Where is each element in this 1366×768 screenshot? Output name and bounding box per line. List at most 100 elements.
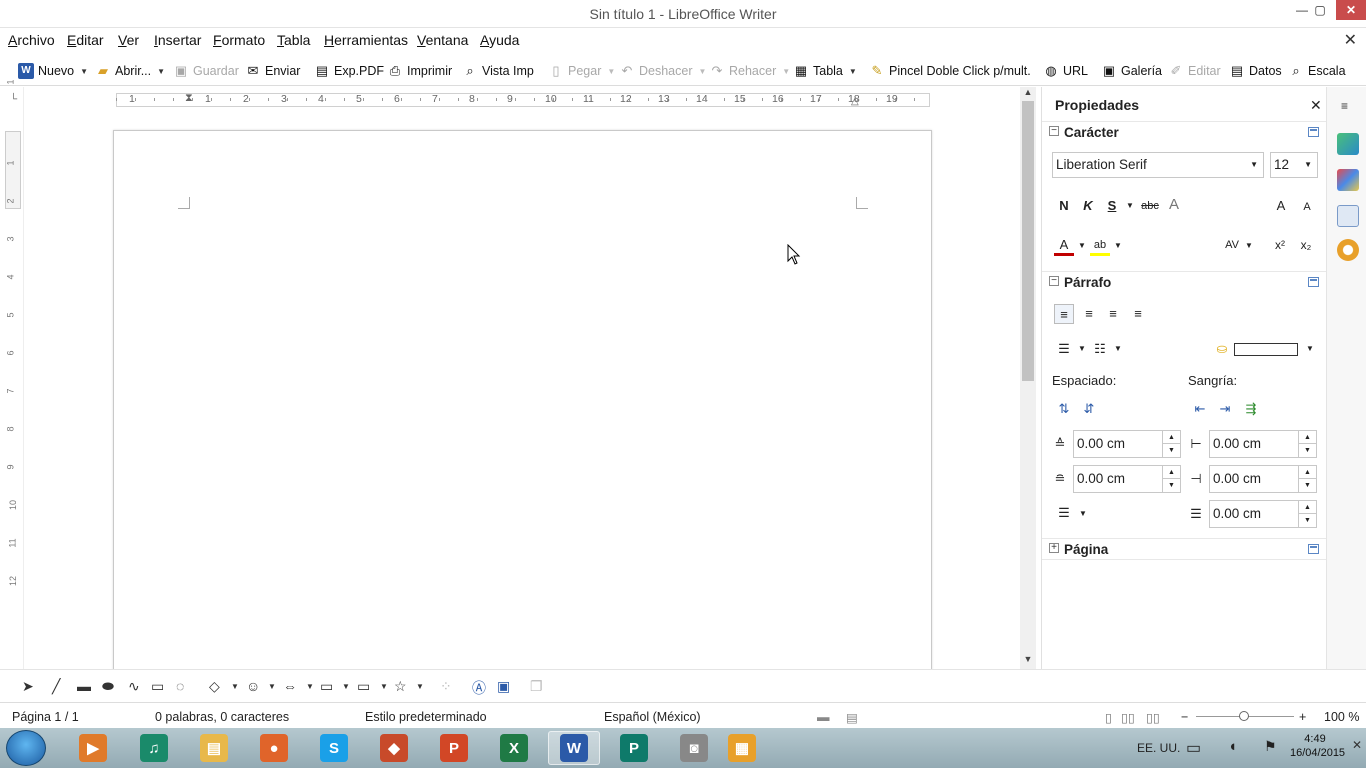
tab-stop-icon[interactable]: └ (10, 94, 17, 105)
vertical-ruler[interactable]: 1 1 2 3 4 5 6 7 8 9 10 11 12 (0, 79, 24, 669)
font-color-button[interactable]: A (1054, 235, 1074, 256)
more-options-icon[interactable] (1308, 127, 1319, 137)
data-sources-button[interactable]: ▤ Datos (1229, 62, 1282, 80)
spin-up-icon[interactable]: ▲ (1162, 466, 1180, 479)
close-document-button[interactable]: ✕ (1344, 30, 1357, 50)
line-icon[interactable]: ╱ (52, 678, 60, 695)
insert-frame-icon[interactable]: ▣ (497, 678, 510, 695)
decrease-spacing-icon[interactable]: ⇵ (1079, 399, 1099, 419)
document-modified-icon[interactable]: ▤ (846, 710, 858, 725)
bullet-list-icon[interactable]: ☰ (1054, 339, 1074, 359)
stars-icon[interactable]: ☆ (394, 678, 407, 695)
multi-page-view-icon[interactable]: ▯▯ (1121, 710, 1135, 725)
decrease-font-button[interactable]: A (1297, 197, 1317, 217)
volume-icon[interactable]: ◖ (1228, 738, 1237, 755)
above-paragraph-spacing-input[interactable]: 0.00 cm ▲ ▼ (1073, 430, 1181, 458)
menu-formato[interactable]: Formato (213, 32, 265, 48)
zoom-level[interactable]: 100 % (1324, 710, 1359, 724)
export-pdf-button[interactable]: ▤ Exp.PDF (314, 62, 384, 80)
chevron-down-icon[interactable]: ▼ (607, 67, 615, 76)
block-arrows-icon[interactable]: ⇔ (283, 678, 297, 694)
taskbar-app-camera[interactable]: ◙ (668, 731, 720, 765)
zoom-in-button[interactable]: + (1299, 710, 1306, 724)
italic-button[interactable]: K (1078, 196, 1098, 216)
properties-tab-icon[interactable] (1337, 133, 1359, 155)
spin-down-icon[interactable]: ▼ (1298, 444, 1316, 457)
book-view-icon[interactable]: ▯▯ (1146, 710, 1160, 725)
increase-spacing-icon[interactable]: ⇅ (1054, 399, 1074, 419)
chevron-down-icon[interactable]: ▼ (782, 67, 790, 76)
before-text-indent-input[interactable]: 0.00 cm ▲ ▼ (1209, 430, 1317, 458)
chevron-down-icon[interactable]: ▼ (231, 682, 239, 691)
right-indent-marker[interactable]: △ (851, 96, 859, 107)
subscript-button[interactable]: x₂ (1296, 235, 1316, 255)
strikethrough-button[interactable]: abc (1140, 196, 1160, 216)
superscript-button[interactable]: x² (1270, 235, 1290, 255)
save-button[interactable]: ▣ Guardar (173, 62, 239, 80)
single-page-view-icon[interactable]: ▯ (1105, 710, 1112, 725)
scroll-up-icon[interactable]: ▲ (1020, 87, 1036, 97)
decrease-indent-icon[interactable]: ⇥ (1215, 399, 1235, 419)
taskbar-app-firefox[interactable]: ● (248, 731, 300, 765)
edit-button[interactable]: ✐ Editar (1168, 62, 1221, 80)
page-count[interactable]: Página 1 / 1 (12, 710, 79, 724)
taskbar-app-excel[interactable]: X (488, 731, 540, 765)
spin-down-icon[interactable]: ▼ (1298, 479, 1316, 492)
chevron-down-icon[interactable]: ▼ (306, 682, 314, 691)
text-box-icon[interactable]: ▭ (151, 678, 164, 695)
freeform-icon[interactable]: ∿ (128, 678, 140, 695)
align-left-icon[interactable]: ≡ (1054, 304, 1074, 324)
menu-editar[interactable]: Editar (67, 32, 104, 48)
select-pointer-icon[interactable]: ➤ (22, 678, 34, 695)
section-parrafo[interactable]: − Párrafo (1042, 271, 1327, 293)
menu-insertar[interactable]: Insertar (154, 32, 201, 48)
left-indent-marker[interactable]: ⧗ (185, 92, 193, 105)
redo-button[interactable]: ↷ Rehacer ▼ (709, 62, 791, 80)
gallery-button[interactable]: ▣ Galería (1101, 62, 1162, 80)
ellipse-icon[interactable]: ⬬ (102, 678, 114, 695)
more-options-icon[interactable] (1308, 544, 1319, 554)
taskbar-app-media-player[interactable]: ▶ (67, 731, 119, 765)
chevron-down-icon[interactable]: ▼ (1108, 236, 1128, 256)
document-page[interactable] (113, 130, 932, 669)
send-button[interactable]: ✉ Enviar (245, 62, 301, 80)
chevron-down-icon[interactable]: ▼ (1072, 339, 1092, 359)
chevron-down-icon[interactable]: ▼ (416, 682, 424, 691)
vertical-scrollbar[interactable]: ▲ ▼ (1020, 87, 1036, 669)
start-button[interactable] (6, 730, 46, 766)
menu-ayuda[interactable]: Ayuda (480, 32, 519, 48)
chevron-down-icon[interactable]: ▼ (1108, 339, 1128, 359)
taskbar-app-powerpoint[interactable]: P (428, 731, 480, 765)
chevron-down-icon[interactable]: ▼ (1239, 236, 1259, 256)
points-icon[interactable]: ⁘ (440, 678, 452, 695)
chevron-down-icon[interactable]: ▼ (268, 682, 276, 691)
close-window-button[interactable]: ✕ (1336, 0, 1366, 20)
highlight-button[interactable]: ab (1090, 235, 1110, 256)
after-text-indent-input[interactable]: 0.00 cm ▲ ▼ (1209, 465, 1317, 493)
shadow-button[interactable]: A (1164, 195, 1184, 215)
chevron-down-icon[interactable]: ▼ (1304, 160, 1312, 169)
taskbar-app-skype[interactable]: S (308, 731, 360, 765)
navigator-tab-icon[interactable] (1337, 239, 1359, 261)
taskbar-app-publisher[interactable]: P (608, 731, 660, 765)
menu-icon[interactable]: ≡ (1341, 99, 1348, 113)
chevron-down-icon[interactable]: ▼ (342, 682, 350, 691)
chevron-down-icon[interactable]: ▼ (1072, 236, 1092, 256)
url-button[interactable]: ◍ URL (1043, 62, 1088, 80)
font-name-combo[interactable]: Liberation Serif ▼ (1052, 152, 1264, 178)
word-count[interactable]: 0 palabras, 0 caracteres (155, 710, 289, 724)
zoom-out-button[interactable]: − (1181, 710, 1188, 724)
increase-indent-icon[interactable]: ⇤ (1190, 399, 1210, 419)
menu-archivo[interactable]: Archivo (8, 32, 55, 48)
numbered-list-icon[interactable]: ☷ (1090, 339, 1110, 359)
first-line-indent-input[interactable]: 0.00 cm ▲ ▼ (1209, 500, 1317, 528)
styles-tab-icon[interactable] (1337, 169, 1359, 191)
network-icon[interactable]: ▭ (1186, 738, 1201, 758)
chevron-down-icon[interactable]: ▼ (380, 682, 388, 691)
print-button[interactable]: ⎙ Imprimir (387, 62, 452, 80)
zoom-slider-thumb[interactable] (1239, 711, 1249, 721)
chevron-down-icon[interactable]: ▼ (157, 67, 165, 76)
align-right-icon[interactable]: ≡ (1103, 304, 1123, 324)
chevron-down-icon[interactable]: ▼ (1073, 504, 1093, 524)
symbol-shapes-icon[interactable]: ☺ (246, 678, 260, 694)
